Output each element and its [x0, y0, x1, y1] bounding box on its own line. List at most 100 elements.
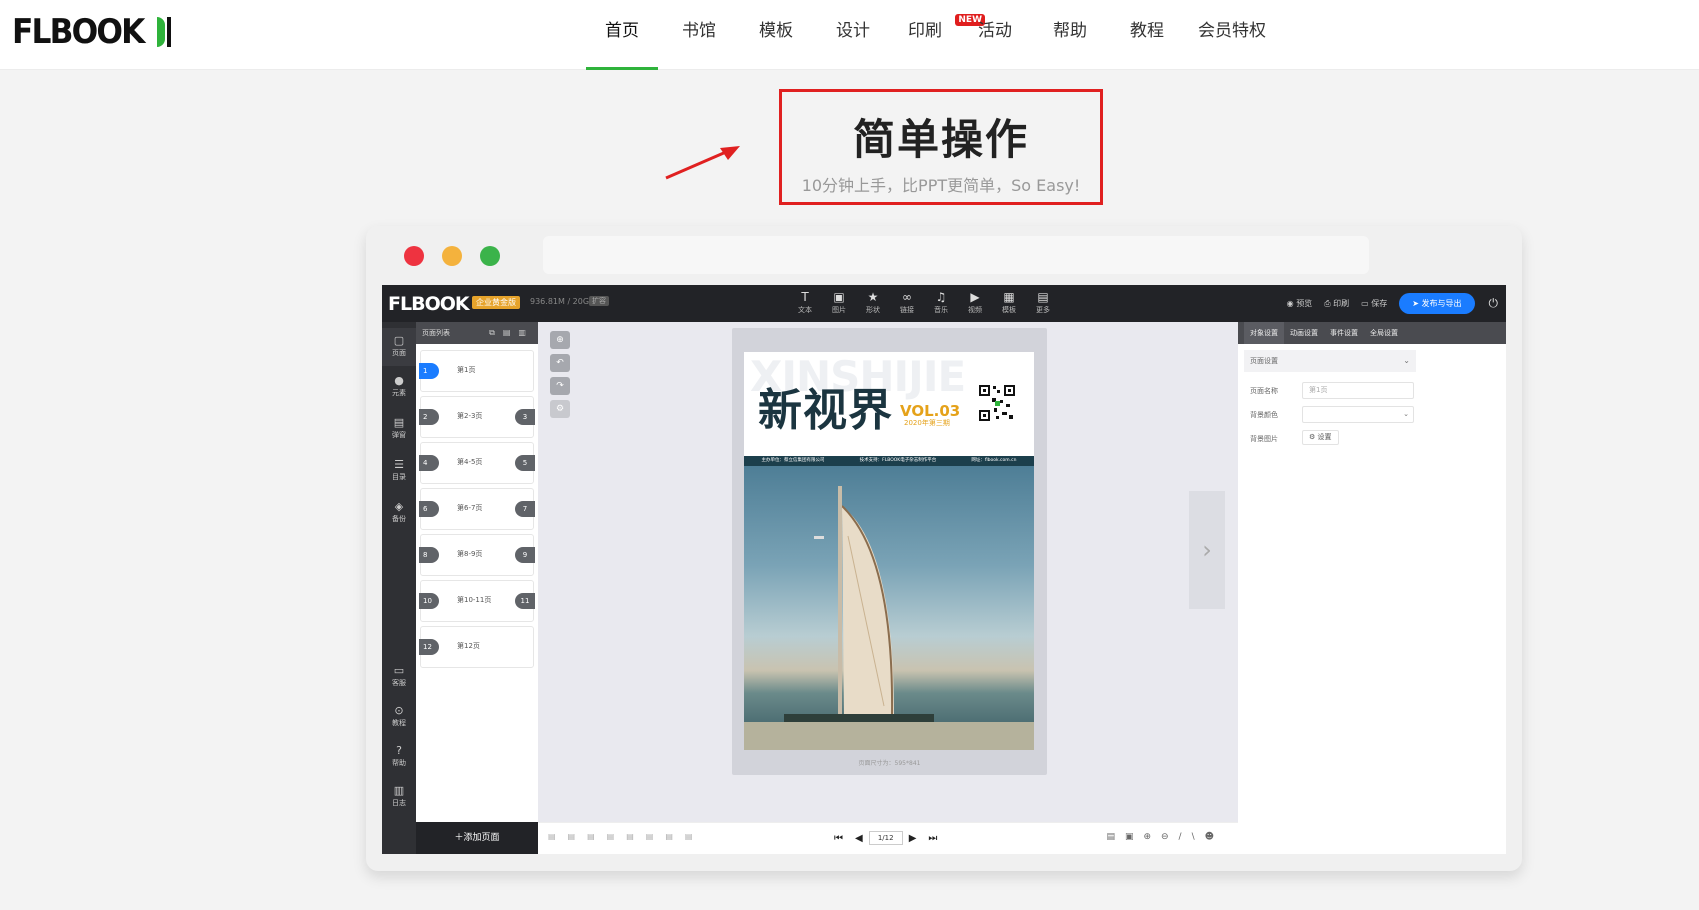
tool-shape[interactable]: ★ 形状 [856, 290, 890, 315]
view-tools-icons[interactable]: ▤▣⊕⊖/\☻ [1106, 832, 1224, 842]
strip-tech: 技术支持：FLBOOK电子杂志制作平台 [859, 458, 937, 463]
site-logo[interactable]: FLBOOK [12, 12, 171, 52]
page-name-input[interactable]: 第1页 [1302, 382, 1414, 399]
tool-link[interactable]: ∞ 链接 [890, 290, 924, 315]
sidebar-item-service[interactable]: ▭ 客服 [382, 664, 416, 688]
add-page-button[interactable]: ＋添加页面 [416, 822, 538, 854]
page-thumb[interactable]: 6 第6-7页 7 [419, 488, 535, 530]
sidebar-item-elements[interactable]: ● 元素 [382, 374, 416, 398]
nav-item-events[interactable]: 活动 [955, 0, 1035, 70]
sidebar-item-log[interactable]: ▥ 日志 [382, 784, 416, 808]
next-page-arrow[interactable]: › [1189, 491, 1225, 609]
settings-label: 设置 [1317, 433, 1332, 441]
cover-issue: 2020年第三期 [904, 419, 950, 427]
strip-host: 主办单位：蔡立信集团有限公司 [761, 458, 825, 463]
sidebar-label: 弹窗 [392, 431, 406, 439]
publish-export-button[interactable]: ➤ 发布与导出 [1399, 293, 1475, 314]
page-actions-icons[interactable]: ⧉▤▥ [489, 322, 534, 344]
tool-video[interactable]: ▶ 视频 [958, 290, 992, 315]
sidebar-label: 目录 [392, 473, 406, 481]
page-number: 6 [419, 501, 439, 517]
last-page-icon[interactable]: ⏭ [928, 833, 937, 844]
nav-item-library[interactable]: 书馆 [664, 0, 734, 70]
editor-app: FLBOOK 企业黄金版 936.81M / 20G 扩容 T 文本 ▣ 图片 ★ 形… [382, 285, 1506, 854]
nav-label: 印刷 [908, 21, 942, 41]
tool-label: 视频 [968, 306, 982, 314]
locate-icon[interactable]: ⊕ [550, 331, 570, 349]
page-thumb[interactable]: 10 第10-11页 11 [419, 580, 535, 622]
magazine-cover[interactable]: XINSHIJIE 新视界 VOL.03 2020年第三期 主办单位：蔡立信集团… [744, 352, 1034, 750]
page-thumb[interactable]: 4 第4-5页 5 [419, 442, 535, 484]
tool-template[interactable]: ▦ 模板 [992, 290, 1026, 315]
tab-object-settings[interactable]: 对象设置 [1244, 322, 1284, 344]
page-index-input[interactable]: 1/12 [868, 831, 903, 845]
nav-item-vip[interactable]: 会员特权 [1189, 0, 1275, 70]
page-label: 第6-7页 [457, 504, 483, 512]
bg-color-select[interactable]: ⌄ [1302, 406, 1414, 423]
tool-more[interactable]: ▤ 更多 [1026, 290, 1060, 315]
page-label: 第2-3页 [457, 412, 483, 420]
backup-icon: ◈ [394, 500, 404, 513]
page-thumb[interactable]: 12 第12页 [419, 626, 534, 668]
tab-global-settings[interactable]: 全局设置 [1364, 322, 1404, 344]
sidebar-item-backup[interactable]: ◈ 备份 [382, 500, 416, 524]
bg-image-label: 背景图片 [1250, 435, 1278, 443]
page-label: 第4-5页 [457, 458, 483, 466]
page-size-label: 页面尺寸为：595*841 [858, 760, 921, 767]
storage-usage: 936.81M / 20G [530, 297, 590, 306]
sidebar-item-pages[interactable]: ▢ 页面 [382, 328, 416, 366]
print-button[interactable]: ⎙ 印刷 [1324, 298, 1349, 309]
redo-icon[interactable]: ↷ [550, 377, 570, 395]
sidebar-label: 帮助 [392, 759, 406, 767]
sidebar-item-popups[interactable]: ▤ 弹窗 [382, 416, 416, 440]
nav-item-templates[interactable]: 模板 [741, 0, 811, 70]
red-arrow-icon [665, 146, 740, 180]
tool-label: 模板 [1002, 306, 1016, 314]
nav-item-home[interactable]: 首页 [586, 0, 658, 70]
sidebar-label: 元素 [392, 389, 406, 397]
tool-music[interactable]: ♫ 音乐 [924, 290, 958, 315]
settings-icon[interactable]: ⚙ [550, 400, 570, 418]
align-tools-icons[interactable]: ▤▤▤▤▤▤▤▤ [548, 832, 704, 841]
nav-item-print[interactable]: 印刷 NEW [895, 0, 985, 70]
page-number-right: 9 [515, 547, 535, 563]
bg-image-settings-button[interactable]: ⚙ 设置 [1302, 430, 1339, 445]
page-settings-section[interactable]: 页面设置 ⌄ [1244, 350, 1416, 372]
music-icon: ♫ [935, 290, 947, 304]
sidebar-item-toc[interactable]: ☰ 目录 [382, 458, 416, 482]
nav-item-tutorial[interactable]: 教程 [1112, 0, 1182, 70]
canvas-tools: ⊕ ↶ ↷ ⚙ [550, 331, 570, 423]
tool-text[interactable]: T 文本 [788, 290, 822, 315]
sidebar-label: 页面 [392, 349, 406, 357]
undo-icon[interactable]: ↶ [550, 354, 570, 372]
power-icon[interactable]: ⏻ [1489, 296, 1499, 311]
address-bar [543, 236, 1369, 274]
page-name-label: 页面名称 [1250, 387, 1278, 395]
window-close-dot [404, 246, 424, 266]
tool-image[interactable]: ▣ 图片 [822, 290, 856, 315]
logo-mark-icon [156, 15, 171, 49]
sidebar-item-help[interactable]: ? 帮助 [382, 744, 416, 768]
page-number-right: 3 [515, 409, 535, 425]
save-button[interactable]: ▭ 保存 [1361, 298, 1387, 309]
tab-animation-settings[interactable]: 动画设置 [1284, 322, 1324, 344]
expand-storage-button[interactable]: 扩容 [589, 296, 609, 306]
sidebar-item-tutorial[interactable]: ⊙ 教程 [382, 704, 416, 728]
preview-button[interactable]: ◉ 预览 [1287, 298, 1313, 309]
page-thumb[interactable]: 1 第1页 [419, 350, 534, 392]
next-page-icon[interactable]: ▶ [909, 833, 917, 844]
tab-event-settings[interactable]: 事件设置 [1324, 322, 1364, 344]
more-icon: ▤ [1037, 290, 1049, 304]
top-navbar: FLBOOK 首页 书馆 模板 设计 印刷 NEW 活动 帮助 教程 会员特权 [0, 0, 1699, 70]
prev-page-icon[interactable]: ◀ [855, 833, 863, 844]
page-thumb[interactable]: 8 第8-9页 9 [419, 534, 535, 576]
text-icon: T [801, 290, 809, 304]
first-page-icon[interactable]: ⏮ [834, 833, 843, 844]
page-thumb[interactable]: 2 第2-3页 3 [419, 396, 535, 438]
nav-item-design[interactable]: 设计 [818, 0, 888, 70]
properties-panel: 对象设置 动画设置 事件设置 全局设置 页面设置 ⌄ 页面名称 第1页 背景颜色… [1238, 322, 1506, 854]
gear-icon: ⚙ [1309, 433, 1318, 441]
nav-item-help[interactable]: 帮助 [1035, 0, 1105, 70]
tool-label: 形状 [866, 306, 880, 314]
nav-label: 模板 [759, 21, 793, 41]
